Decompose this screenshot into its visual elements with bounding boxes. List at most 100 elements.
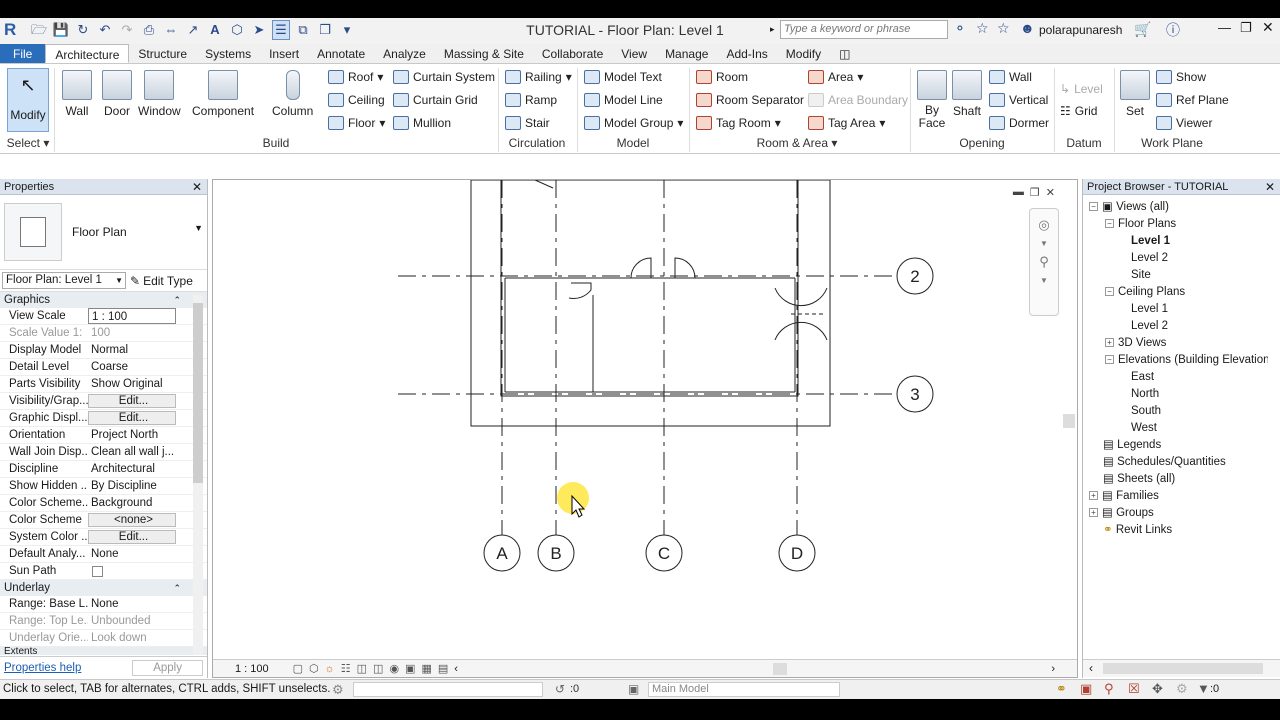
help-icon[interactable]: ⓘ — [1166, 20, 1180, 40]
railing-button[interactable]: Railing ▾ — [505, 68, 572, 86]
favorites-icon[interactable]: ☆ — [997, 20, 1010, 37]
subscription-icon[interactable]: ☆ — [976, 20, 989, 37]
constraints-icon[interactable]: ▤ — [438, 662, 448, 675]
tab-analyze[interactable]: Analyze — [374, 44, 435, 63]
temporary-hide-icon[interactable]: ◉ — [389, 662, 399, 675]
tree-revit-links[interactable]: ⚭ Revit Links — [1089, 522, 1280, 539]
collapse-icon[interactable]: ⌃ — [173, 580, 181, 596]
redo-icon[interactable]: ↷ — [118, 21, 136, 39]
zoom-icon[interactable]: ⚲ — [1039, 254, 1049, 270]
worksets-icon[interactable]: ⚙ — [332, 682, 344, 698]
tab-systems[interactable]: Systems — [196, 44, 260, 63]
property-value[interactable]: Unbounded — [88, 613, 176, 629]
section-icon[interactable]: ➤ — [250, 21, 268, 39]
type-selector[interactable]: Floor Plan ▼ — [0, 195, 207, 270]
crop-view-icon[interactable]: ◫ — [357, 662, 367, 675]
shadows-icon[interactable]: ☷ — [341, 662, 351, 675]
expand-icon[interactable]: + — [1105, 338, 1114, 348]
tab-collaborate[interactable]: Collaborate — [533, 44, 612, 63]
filter-icon[interactable]: ▼ — [1197, 681, 1210, 696]
door-swing[interactable] — [674, 257, 696, 279]
door-swing[interactable] — [630, 257, 652, 279]
outer-wall[interactable] — [470, 180, 831, 427]
close-icon[interactable]: ✕ — [1262, 19, 1274, 36]
graphics-group[interactable]: Graphics ⌃ — [0, 292, 207, 308]
room-button[interactable]: Room — [696, 68, 748, 86]
property-value[interactable]: <none> — [88, 513, 176, 527]
graphics-row[interactable]: Scale Value 1: 100 — [0, 325, 207, 342]
graphics-row[interactable]: Graphic Displ... Edit... — [0, 410, 207, 427]
analytical-model-icon[interactable]: ▦ — [421, 662, 431, 675]
scroll-left-icon[interactable]: ‹ — [1089, 661, 1093, 675]
steering-wheel-icon[interactable]: ◎ — [1038, 217, 1049, 233]
graphics-row[interactable]: System Color ... Edit... — [0, 529, 207, 546]
graphics-row[interactable]: Sun Path — [0, 563, 207, 580]
tab-structure[interactable]: Structure — [129, 44, 196, 63]
select-underlay-icon[interactable]: ▣ — [1080, 681, 1092, 697]
area-boundary-button[interactable]: Area Boundary — [808, 91, 908, 109]
curtain-grid-button[interactable]: Curtain Grid — [393, 91, 478, 109]
tab-insert[interactable]: Insert — [260, 44, 308, 63]
browser-vertical-scrollbar[interactable] — [1268, 197, 1280, 659]
property-value[interactable]: Project North — [88, 427, 176, 443]
collapse-icon[interactable]: − — [1089, 202, 1098, 212]
tree-ceiling-plans[interactable]: − Ceiling Plans — [1089, 284, 1280, 301]
graphics-row[interactable]: View Scale 1 : 100 — [0, 308, 207, 325]
property-value[interactable]: None — [88, 546, 176, 562]
grid-button[interactable]: ☷ Grid — [1060, 102, 1097, 120]
property-value[interactable]: Look down — [88, 630, 176, 646]
graphics-row[interactable]: Detail Level Coarse — [0, 359, 207, 376]
chevron-down-icon[interactable]: ▼ — [1040, 239, 1048, 248]
property-value[interactable]: Architectural — [88, 461, 176, 477]
detail-level-icon[interactable]: ▢ — [293, 662, 303, 675]
design-options-icon[interactable]: ▣ — [628, 682, 639, 696]
close-hidden-icon[interactable]: ⧉ — [294, 21, 312, 39]
print-icon[interactable]: ⎙ — [140, 21, 158, 39]
door-button[interactable]: Door — [102, 70, 132, 118]
ribbon-minimize-icon[interactable]: ◫ — [830, 44, 859, 63]
graphics-row[interactable]: Wall Join Disp... Clean all wall j... — [0, 444, 207, 461]
canvas-vertical-scrollbar[interactable] — [1063, 180, 1075, 658]
graphics-row[interactable]: Color Scheme... Background — [0, 495, 207, 512]
drawing-canvas[interactable]: A B C D 2 3 ▬ ❐ ✕ ◎ ▼ ⚲ ▼ 1 : 100 ▢ ⬡ ☼ … — [212, 179, 1078, 678]
tab-annotate[interactable]: Annotate — [308, 44, 374, 63]
tree-families[interactable]: + ▤ Families — [1089, 488, 1280, 505]
model-line-button[interactable]: Model Line — [584, 91, 663, 109]
inner-wall[interactable] — [500, 180, 799, 397]
tree-3d-views[interactable]: +3D Views — [1089, 335, 1280, 352]
tab-architecture[interactable]: Architecture — [45, 44, 130, 63]
tree-ceiling-level-2[interactable]: Level 2 — [1089, 318, 1280, 335]
sun-path-checkbox[interactable] — [92, 566, 103, 577]
switch-windows-icon[interactable]: ❐ — [316, 21, 334, 39]
modify-button[interactable]: ↖ Modify — [7, 68, 49, 132]
instance-selector[interactable]: Floor Plan: Level 1 ▼ — [2, 272, 126, 289]
chevron-down-icon[interactable]: ▼ — [1040, 276, 1048, 285]
scroll-right-icon[interactable]: › — [1051, 663, 1055, 675]
property-value[interactable]: None — [88, 596, 176, 612]
horizontal-scroll-thumb[interactable] — [773, 663, 787, 675]
graphics-row[interactable]: Discipline Architectural — [0, 461, 207, 478]
ramp-button[interactable]: Ramp — [505, 91, 557, 109]
dormer-button[interactable]: Dormer — [989, 114, 1049, 132]
thin-lines-icon[interactable]: ☰ — [272, 20, 290, 40]
tree-floor-plans[interactable]: − Floor Plans — [1089, 216, 1280, 233]
collapse-icon[interactable]: − — [1105, 219, 1114, 229]
wall-break[interactable] — [534, 180, 554, 189]
select-panel-label[interactable]: Select ▾ — [6, 136, 50, 150]
property-value[interactable]: 1 : 100 — [88, 308, 176, 324]
tree-legends[interactable]: ▤ Legends — [1089, 437, 1280, 454]
property-value[interactable]: Coarse — [88, 359, 176, 375]
shaft-button[interactable]: Shaft — [952, 70, 982, 118]
property-value[interactable]: Normal — [88, 342, 176, 358]
3d-view-icon[interactable]: ⬡ — [228, 21, 246, 39]
select-links-icon[interactable]: ⚭ — [1056, 681, 1067, 697]
tab-add-ins[interactable]: Add-Ins — [717, 44, 776, 63]
close-view-icon[interactable]: ✕ — [1046, 186, 1055, 199]
area-button[interactable]: Area ▾ — [808, 68, 863, 86]
customize-qat-icon[interactable]: ▾ — [338, 21, 356, 39]
design-option-field[interactable]: Main Model — [648, 682, 840, 697]
property-value[interactable]: Edit... — [88, 530, 176, 544]
graphics-row[interactable]: Default Analy... None — [0, 546, 207, 563]
restore-icon[interactable]: ❐ — [1240, 20, 1252, 36]
room-area-panel-label[interactable]: Room & Area ▾ — [752, 136, 842, 150]
